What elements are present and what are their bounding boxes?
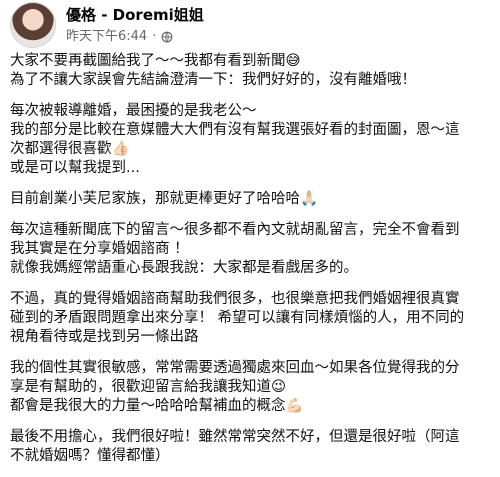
post-text-line: 為了不讓大家誤會先結論澄清一下：我們好好的，沒有離婚哦！: [10, 72, 416, 88]
post-text-line: 每次這種新聞底下的留言～很多都不看內文就胡亂留言，完全不會看到: [10, 222, 460, 238]
post-text-line: 大家不要再截圖給我了～～我都有看到新聞😅: [10, 53, 301, 69]
post-text-line: 我的部分是比較在意媒體大大們有沒有幫我選張好看的封面圖，恩～這: [10, 122, 460, 138]
post-text-line: 享是有幫助的，很歡迎留言給我讓我知道😉: [10, 379, 287, 395]
paragraph-3: 目前創業小芙尼家族，那就更棒更好了哈哈哈🙏🏻: [10, 190, 496, 209]
post-text-line: 最後不用擔心，我們很好啦！雖然常常突然不好，但還是很好啦（阿這: [10, 429, 460, 445]
author-avatar[interactable]: [10, 2, 56, 48]
post-text-line: 碰到的矛盾跟問題拿出來分享！ 希望可以讓有同樣煩惱的人，用不同的: [10, 310, 465, 326]
author-name[interactable]: 優格 - Doremi姐姐: [66, 5, 204, 25]
post-meta: 優格 - Doremi姐姐 昨天下午6:44 ·: [66, 2, 204, 45]
paragraph-1: 大家不要再截圖給我了～～我都有看到新聞😅 為了不讓大家誤會先結論澄清一下：我們好…: [10, 52, 496, 90]
paragraph-5: 不過，真的覺得婚姻諮商幫助我們很多，也很樂意把我們婚姻裡很真實 碰到的矛盾跟問題…: [10, 290, 496, 347]
post-text-line: 視角看待或是找到另一條出路: [10, 329, 199, 345]
paragraph-7: 最後不用擔心，我們很好啦！雖然常常突然不好，但還是很好啦（阿這 不就婚姻嗎？懂得…: [10, 428, 496, 466]
post-text-line: 都會是我很大的力量～哈哈哈幫補血的概念💪🏻: [10, 398, 304, 414]
post-text-line: 不過，真的覺得婚姻諮商幫助我們很多，也很樂意把我們婚姻裡很真實: [10, 291, 460, 307]
globe-icon[interactable]: [161, 31, 173, 43]
paragraph-6: 我的個性其實很敏感，常常需要透過獨處來回血～如果各位覺得我的分 享是有幫助的，很…: [10, 359, 496, 416]
post-text-line: 次都選得很喜歡👍🏻: [10, 141, 130, 157]
paragraph-4: 每次這種新聞底下的留言～很多都不看內文就胡亂留言，完全不會看到 我其實是在分享婚…: [10, 221, 496, 278]
post-text-line: 每次被報導離婚，最困擾的是我老公～: [10, 103, 257, 119]
paragraph-2: 每次被報導離婚，最困擾的是我老公～ 我的部分是比較在意媒體大大們有沒有幫我選張好…: [10, 102, 496, 178]
post-text-line: 或是可以幫我提到...: [10, 160, 140, 176]
post-text-line: 目前創業小芙尼家族，那就更棒更好了哈哈哈🙏🏻: [10, 191, 319, 207]
post-subline: 昨天下午6:44 ·: [66, 29, 204, 45]
post-text-line: 我的個性其實很敏感，常常需要透過獨處來回血～如果各位覺得我的分: [10, 360, 460, 376]
post-text-line: 我其實是在分享婚姻諮商 ！: [10, 241, 189, 257]
facebook-post: 優格 - Doremi姐姐 昨天下午6:44 · 大家不要再截圖給我了～～我都有…: [0, 0, 500, 477]
post-content: 大家不要再截圖給我了～～我都有看到新聞😅 為了不讓大家誤會先結論澄清一下：我們好…: [10, 52, 496, 466]
post-text-line: 不就婚姻嗎？懂得都懂）: [10, 448, 170, 464]
post-timestamp[interactable]: 昨天下午6:44: [66, 29, 147, 45]
timestamp-separator: ·: [152, 29, 157, 44]
post-header: 優格 - Doremi姐姐 昨天下午6:44 ·: [10, 0, 500, 52]
post-text-line: 就像我媽經常語重心長跟我說：大家都是看戲居多的。: [10, 260, 358, 276]
